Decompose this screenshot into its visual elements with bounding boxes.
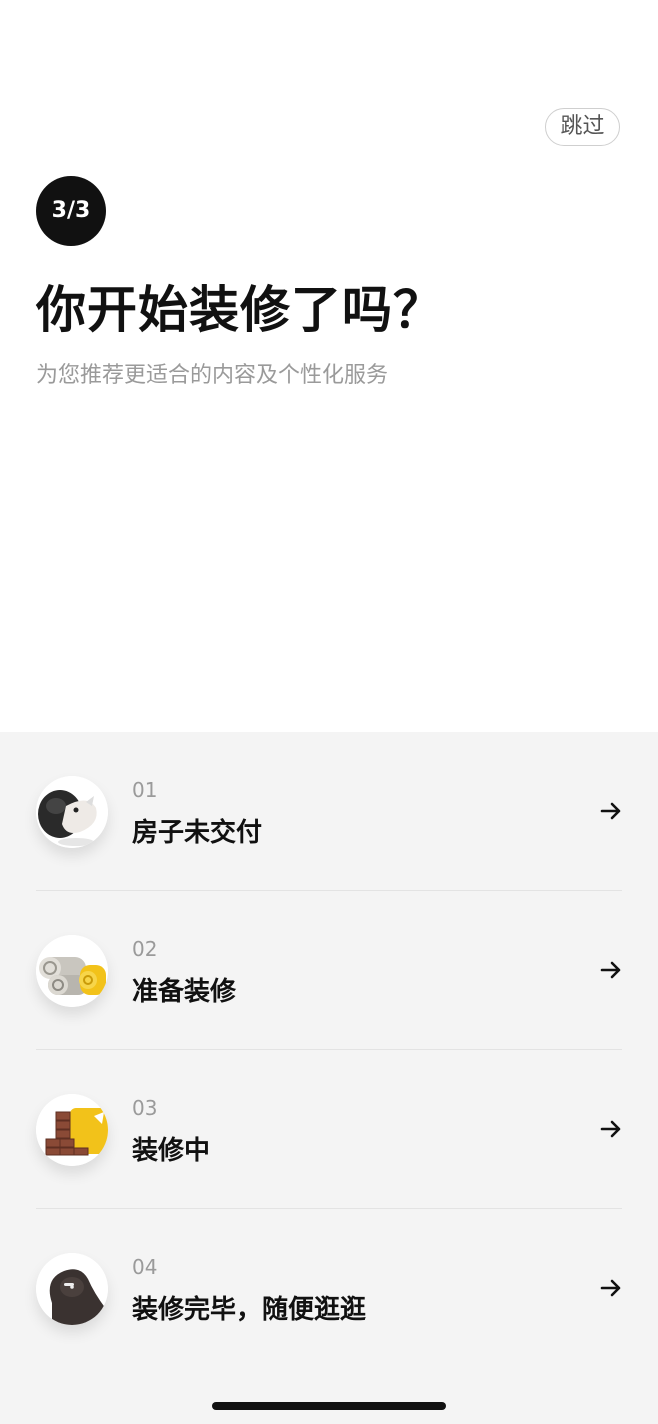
option-number: 04 — [132, 1255, 158, 1279]
option-renovating[interactable]: 03 装修中 — [36, 1050, 622, 1208]
home-indicator[interactable] — [212, 1402, 446, 1410]
option-finished-browse[interactable]: 04 装修完毕，随便逛逛 — [36, 1209, 622, 1367]
option-number: 02 — [132, 937, 158, 961]
skip-button[interactable]: 跳过 — [545, 108, 620, 146]
brick-wall-icon — [36, 1094, 108, 1166]
option-house-not-delivered[interactable]: 01 房子未交付 — [36, 732, 622, 890]
page-subtitle: 为您推荐更适合的内容及个性化服务 — [36, 363, 389, 388]
option-preparing-renovation[interactable]: 02 准备装修 — [36, 891, 622, 1049]
thinking-character-icon — [36, 776, 108, 848]
arrow-right-icon — [600, 1279, 621, 1297]
relaxed-character-icon — [36, 1253, 108, 1325]
onboarding-header: 跳过 3/3 你开始装修了吗？ 为您推荐更适合的内容及个性化服务 — [0, 0, 658, 732]
option-label: 准备装修 — [132, 977, 237, 1007]
page-title: 你开始装修了吗？ — [36, 281, 444, 339]
options-panel: 01 房子未交付 02 准备装修 03 装修中 04 装修完毕，随便逛逛 — [0, 732, 658, 1424]
arrow-right-icon — [600, 1120, 621, 1138]
arrow-right-icon — [600, 802, 621, 820]
option-number: 01 — [132, 778, 158, 802]
arrow-right-icon — [600, 961, 621, 979]
option-label: 房子未交付 — [132, 818, 263, 848]
step-badge: 3/3 — [36, 176, 106, 246]
option-label: 装修中 — [132, 1136, 211, 1166]
material-rolls-icon — [36, 935, 108, 1007]
option-label: 装修完毕，随便逛逛 — [132, 1295, 367, 1325]
option-number: 03 — [132, 1096, 158, 1120]
